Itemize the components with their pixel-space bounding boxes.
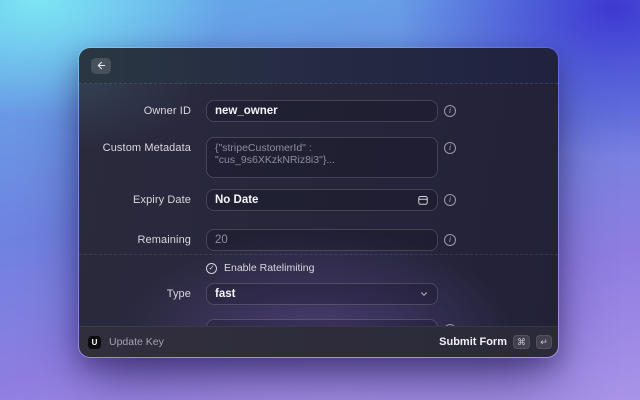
dialog-footer: U Update Key Submit Form ⌘ ↵ — [79, 326, 558, 357]
dialog-header — [79, 48, 558, 84]
info-icon[interactable]: i — [444, 324, 456, 326]
info-icon[interactable]: i — [444, 194, 456, 206]
owner-id-row: Owner ID i — [79, 100, 558, 122]
command-key-icon[interactable]: ⌘ — [513, 335, 530, 349]
custom-metadata-field[interactable] — [206, 137, 438, 178]
chevron-down-icon — [420, 292, 428, 296]
submit-form-button[interactable]: Submit Form — [439, 336, 507, 348]
footer-action-label: Update Key — [109, 336, 164, 348]
unkey-logo: U — [88, 335, 101, 349]
ratelimit-checkbox-group[interactable]: ✓ Enable Ratelimiting — [206, 262, 314, 274]
remaining-row: Remaining i — [79, 229, 558, 251]
info-icon[interactable]: i — [444, 105, 456, 117]
owner-id-label: Owner ID — [143, 105, 191, 117]
expiry-date-row: Expiry Date No Date i — [79, 189, 558, 211]
expiry-date-field[interactable]: No Date — [206, 189, 438, 211]
checkbox-checked-icon[interactable]: ✓ — [206, 262, 217, 274]
arrow-left-icon — [97, 61, 105, 70]
footer-submit-group: Submit Form ⌘ ↵ — [439, 335, 552, 349]
remaining-label: Remaining — [137, 234, 191, 246]
owner-id-input[interactable] — [215, 105, 429, 117]
custom-metadata-row: Custom Metadata i — [79, 137, 558, 178]
info-icon[interactable]: i — [444, 142, 456, 154]
ratelimit-checkbox-row: ✓ Enable Ratelimiting — [206, 262, 558, 274]
owner-id-field[interactable] — [206, 100, 438, 122]
section-divider — [79, 254, 558, 255]
ratelimit-type-row: Type fast — [79, 283, 558, 305]
desktop-background: Owner ID i Custom Metadata i Expiry Date… — [0, 0, 640, 400]
ratelimit-type-label: Type — [166, 288, 191, 300]
expiry-date-label: Expiry Date — [133, 194, 191, 206]
custom-metadata-textarea[interactable] — [215, 142, 429, 173]
ratelimit-checkbox-label: Enable Ratelimiting — [224, 262, 315, 274]
expiry-date-value: No Date — [215, 194, 259, 206]
clipped-field[interactable] — [206, 319, 438, 326]
remaining-field[interactable] — [206, 229, 438, 251]
ratelimit-type-select[interactable]: fast — [206, 283, 438, 305]
ratelimit-type-value: fast — [215, 288, 236, 300]
info-icon[interactable]: i — [444, 234, 456, 246]
enter-key-icon[interactable]: ↵ — [536, 335, 552, 349]
back-button[interactable] — [91, 57, 111, 74]
clipped-field-row: i — [79, 319, 558, 326]
calendar-icon[interactable] — [417, 194, 429, 206]
custom-metadata-label: Custom Metadata — [102, 142, 191, 154]
update-key-dialog: Owner ID i Custom Metadata i Expiry Date… — [78, 47, 559, 358]
dialog-body: Owner ID i Custom Metadata i Expiry Date… — [79, 84, 558, 326]
remaining-input[interactable] — [215, 234, 429, 246]
